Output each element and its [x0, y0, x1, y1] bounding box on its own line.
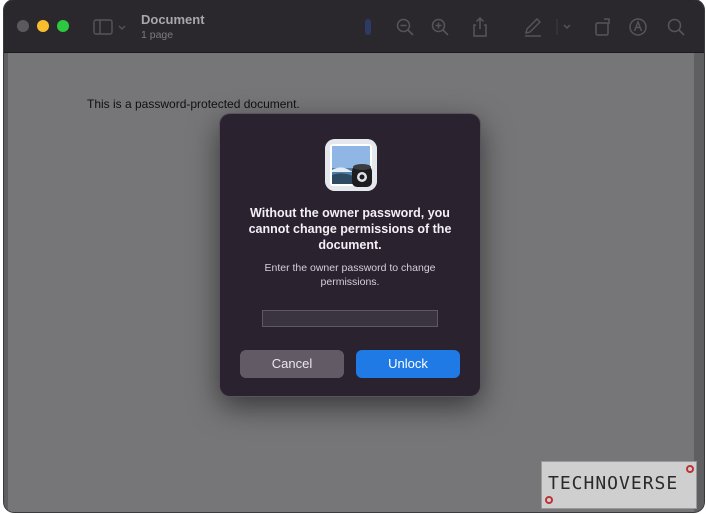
- search-icon: [667, 18, 685, 36]
- watermark-text: TECHNOVERSE: [548, 473, 679, 494]
- document-body-text: This is a password-protected document.: [87, 97, 300, 111]
- info-button[interactable]: [357, 16, 379, 38]
- dialog-title: Without the owner password, you cannot c…: [248, 206, 452, 252]
- watermark-dot-top: [686, 465, 694, 473]
- sidebar-toggle-button[interactable]: [92, 17, 130, 37]
- share-icon: [473, 16, 487, 37]
- sidebar-icon: [93, 19, 126, 35]
- unlock-button[interactable]: Unlock: [356, 350, 460, 378]
- close-window-button[interactable]: [17, 20, 29, 32]
- zoom-out-button[interactable]: [394, 16, 416, 38]
- rotate-icon: [595, 18, 610, 36]
- document-title: Document: [141, 12, 205, 27]
- annotate-icon: [629, 18, 647, 36]
- cancel-button[interactable]: Cancel: [240, 350, 344, 378]
- markup-button[interactable]: [522, 16, 544, 38]
- zoom-out-icon: [396, 18, 414, 36]
- markup-menu-button[interactable]: [556, 16, 578, 38]
- password-dialog: Without the owner password, you cannot c…: [220, 114, 480, 396]
- markup-icon: [525, 18, 541, 37]
- document-page-count: 1 page: [141, 29, 174, 41]
- share-button[interactable]: [469, 16, 491, 38]
- info-icon: [365, 19, 371, 35]
- preview-app-icon: [325, 139, 377, 191]
- rotate-button[interactable]: [592, 16, 614, 38]
- search-button[interactable]: [665, 16, 687, 38]
- title-bar: Document 1 page: [4, 0, 704, 53]
- owner-password-input[interactable]: [262, 310, 438, 327]
- annotate-button[interactable]: [627, 16, 649, 38]
- zoom-in-button[interactable]: [429, 16, 451, 38]
- zoom-in-icon: [431, 18, 449, 36]
- watermark-logo: TECHNOVERSE: [541, 461, 697, 509]
- watermark-dot-bottom: [545, 496, 553, 504]
- zoom-window-button[interactable]: [57, 20, 69, 32]
- minimize-window-button[interactable]: [37, 20, 49, 32]
- dialog-message: Enter the owner password to change permi…: [264, 262, 436, 288]
- chevron-down-icon: [556, 19, 571, 35]
